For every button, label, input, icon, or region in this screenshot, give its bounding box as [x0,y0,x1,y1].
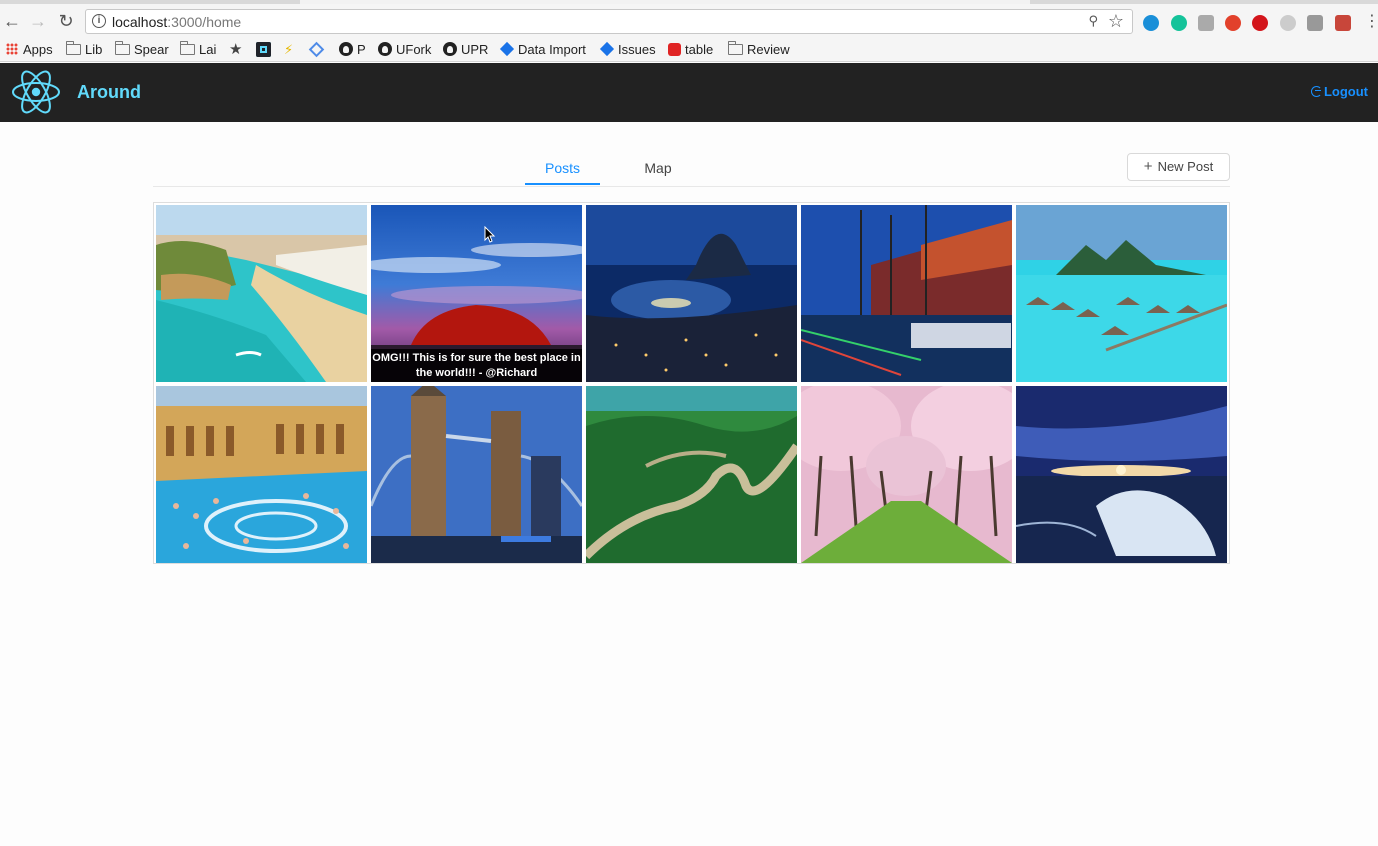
bookmark-apps[interactable]: Apps [6,42,53,58]
folder-icon [66,41,81,55]
reload-icon[interactable]: ↻ [56,11,76,31]
bookmark-p[interactable]: P [339,42,366,58]
back-arrow-icon[interactable]: ← [2,11,22,31]
bookmark-issues[interactable]: Issues [599,41,656,58]
apps-grid-icon [6,43,18,55]
plus-icon: + [1143,158,1153,175]
adblock-icon[interactable] [1252,15,1268,31]
bookmark-star-icon[interactable]: ☆ [1108,11,1124,32]
app-header: Around Logout [0,63,1378,122]
grammarly-icon[interactable] [1171,15,1187,31]
folder-icon [180,41,195,55]
jira-icon [499,41,515,57]
url-text[interactable]: localhost:3000/home [112,14,241,30]
browser-menu-icon[interactable]: ⋮ [1364,14,1378,30]
browser-toolbar: ← → ↻ i localhost:3000/home ⚲ ☆ ⋮ [0,4,1378,38]
logout-link[interactable]: Logout [1310,84,1368,99]
bookmark-spear[interactable]: Spear [115,41,169,58]
bookmark-lai[interactable]: Lai [180,41,217,58]
gallery-tile[interactable] [801,386,1012,563]
json-extension-icon[interactable] [1307,15,1323,31]
react-bookmark-icon [256,42,271,57]
gallery-tile[interactable] [156,386,367,563]
jira-icon [599,41,615,57]
tabs-bar: Posts Map + New Post [153,150,1230,187]
rio-night-photo [586,205,797,382]
bookmark-label: table [685,42,714,57]
image-caption: OMG!!! This is for sure the best place i… [371,349,582,382]
beach-cliff-photo [156,205,367,382]
bookmark-bolt[interactable]: ⚡ [284,42,293,58]
gallery-tile[interactable] [371,386,582,563]
puzzle-extension-icon[interactable] [1335,15,1351,31]
snowflake-extension-icon[interactable] [1280,15,1296,31]
star-bookmark-icon: ★ [229,41,243,58]
key-icon[interactable]: ⚲ [1088,13,1098,29]
bookmark-label: Apps [23,42,53,57]
folder-icon [115,41,130,55]
shield-extension-icon[interactable] [1225,15,1241,31]
bookmark-upr[interactable]: UPR [443,42,488,58]
harbor-night-photo [801,205,1012,382]
gallery-tile[interactable] [586,205,797,382]
bookmark-gem[interactable] [308,41,325,58]
bookmark-label: Data Import [518,42,586,57]
bookmarks-bar: Apps Lib Spear Lai ★ ⚡ P UFork UPR Data Import Iss… [0,38,1378,62]
bora-bora-photo [1016,205,1227,382]
ice-sunset-photo [1016,386,1227,563]
bookmark-label: Lib [85,42,103,57]
bookmark-label: UFork [396,42,432,57]
folder-icon [728,41,743,55]
gallery-tile[interactable] [801,205,1012,382]
tab-map[interactable]: Map [633,160,683,176]
stack-icon [668,43,681,56]
gem-bookmark-icon [308,41,325,58]
react-logo-icon [12,70,60,114]
forward-arrow-icon[interactable]: → [28,11,48,31]
gallery-tile[interactable] [156,205,367,382]
bookmark-react[interactable] [256,42,271,58]
cherry-blossom-photo [801,386,1012,563]
bookmark-label: Issues [618,42,656,57]
thermal-bath-photo [156,386,367,563]
bookmark-data-import[interactable]: Data Import [499,41,586,58]
tab-posts[interactable]: Posts [525,160,600,176]
bookmark-label: Spear [134,42,169,57]
address-bar[interactable]: i localhost:3000/home ⚲ ☆ [85,9,1133,34]
bookmark-label: Review [747,42,790,57]
site-info-icon[interactable]: i [92,14,106,28]
new-post-button[interactable]: + New Post [1127,153,1230,181]
gallery-tile[interactable] [1016,386,1227,563]
bookmark-table[interactable]: table [668,42,713,58]
github-icon [378,42,392,56]
bookmark-label: UPR [461,42,489,57]
gallery-tile[interactable]: OMG!!! This is for sure the best place i… [371,205,582,382]
active-tab-indicator [525,183,600,185]
bookmark-ufork[interactable]: UFork [378,42,431,58]
bookmark-star[interactable]: ★ [229,42,242,58]
app-title: Around [77,82,141,102]
bolt-bookmark-icon: ⚡ [284,42,294,57]
tower-bridge-photo [371,386,582,563]
bookmark-label: Lai [199,42,217,57]
github-icon [339,42,353,56]
bookmark-lib[interactable]: Lib [66,41,103,58]
github-icon [443,42,457,56]
ring-extension-icon[interactable] [1143,15,1159,31]
bookmark-label: P [357,42,366,57]
bookmark-review[interactable]: Review [728,41,790,58]
gallery-tile[interactable] [1016,205,1227,382]
mouse-cursor-icon [484,226,496,243]
logout-icon [1310,86,1322,97]
g-extension-icon[interactable] [1198,15,1214,31]
gallery-tile[interactable] [586,386,797,563]
great-wall-photo [586,386,797,563]
image-gallery: OMG!!! This is for sure the best place i… [153,202,1230,564]
